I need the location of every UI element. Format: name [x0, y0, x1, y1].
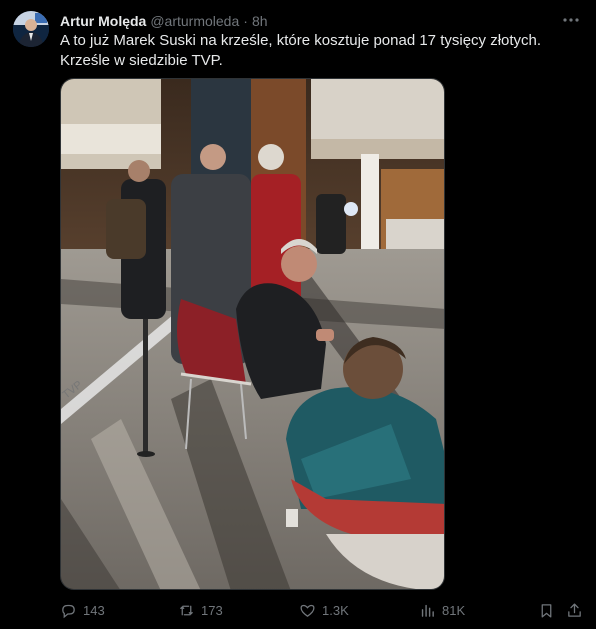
repost-button[interactable]: 173 — [178, 600, 223, 620]
like-button[interactable]: 1.3K — [299, 600, 349, 620]
avatar[interactable] — [13, 11, 49, 47]
share-icon — [568, 602, 581, 617]
bookmark-button[interactable] — [538, 600, 555, 620]
more-icon[interactable] — [562, 13, 580, 27]
like-icon — [300, 604, 315, 617]
views-count: 81K — [442, 602, 466, 618]
tweet-header: Artur Molęda @arturmoleda · 8h — [60, 11, 580, 31]
tweet-actions: 143 173 1.3K 81K — [60, 600, 584, 620]
author-name[interactable]: Artur Molęda — [60, 13, 146, 29]
reply-icon — [62, 604, 75, 618]
tweet-time[interactable]: 8h — [252, 13, 268, 29]
views-icon — [421, 604, 434, 617]
photo-scene: TVP — [61, 79, 444, 589]
views-button[interactable]: 81K — [419, 600, 465, 620]
tweet-photo[interactable]: TVP — [60, 78, 445, 590]
repost-icon — [180, 605, 193, 615]
tweet[interactable]: Artur Molęda @arturmoleda · 8h A to już … — [0, 0, 596, 629]
tweet-text: A to już Marek Suski na krześle, które k… — [60, 32, 542, 69]
author-handle[interactable]: @arturmoleda — [150, 13, 239, 29]
reply-count: 143 — [83, 602, 105, 618]
avatar-image — [13, 11, 49, 47]
separator-dot: · — [243, 13, 248, 29]
share-button[interactable] — [566, 600, 583, 620]
reply-button[interactable]: 143 — [60, 600, 105, 620]
repost-count: 173 — [201, 602, 223, 618]
like-count: 1.3K — [322, 602, 349, 618]
bookmark-icon — [541, 603, 552, 618]
